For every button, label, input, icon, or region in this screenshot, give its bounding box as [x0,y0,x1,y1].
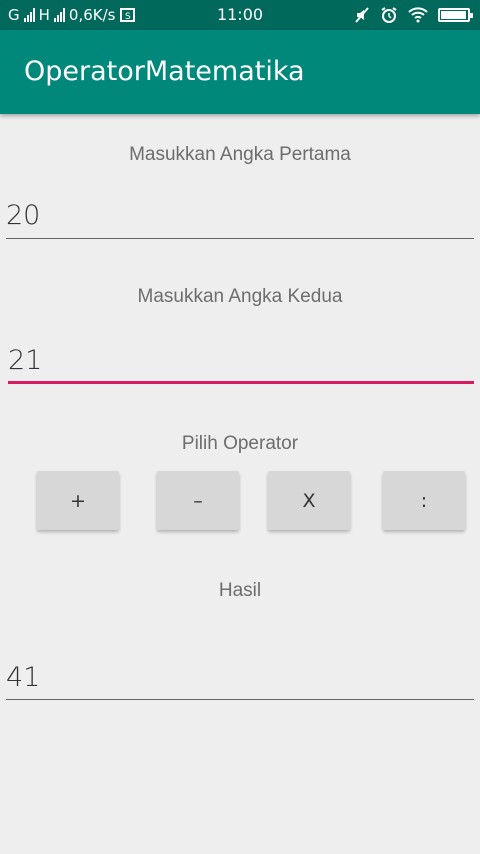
mute-icon [355,7,369,23]
app-title: OperatorMatematika [24,56,305,87]
first-number-underline [6,238,474,239]
add-button[interactable]: + [37,471,119,530]
second-number-input[interactable]: 21 [8,345,42,376]
result-field[interactable]: 41 [6,662,40,693]
app-bar: OperatorMatematika [0,30,480,114]
status-bar: G H 0,6K/s S 11:00 [0,0,480,30]
result-label: Hasil [218,580,262,601]
divide-button[interactable]: : [383,471,465,530]
multiply-button[interactable]: X [268,471,350,530]
subtract-button[interactable]: – [157,471,239,530]
result-underline [6,699,474,700]
status-right [354,5,473,25]
operator-label: Pilih Operator [181,433,299,454]
second-number-label: Masukkan Angka Kedua [137,286,343,307]
battery-fill [441,11,466,19]
first-number-input[interactable]: 20 [6,200,40,231]
second-number-underline [8,381,474,384]
first-number-label: Masukkan Angka Pertama [129,144,351,165]
alarm-icon [381,7,397,23]
battery-icon [438,8,473,22]
wifi-icon [408,7,428,23]
